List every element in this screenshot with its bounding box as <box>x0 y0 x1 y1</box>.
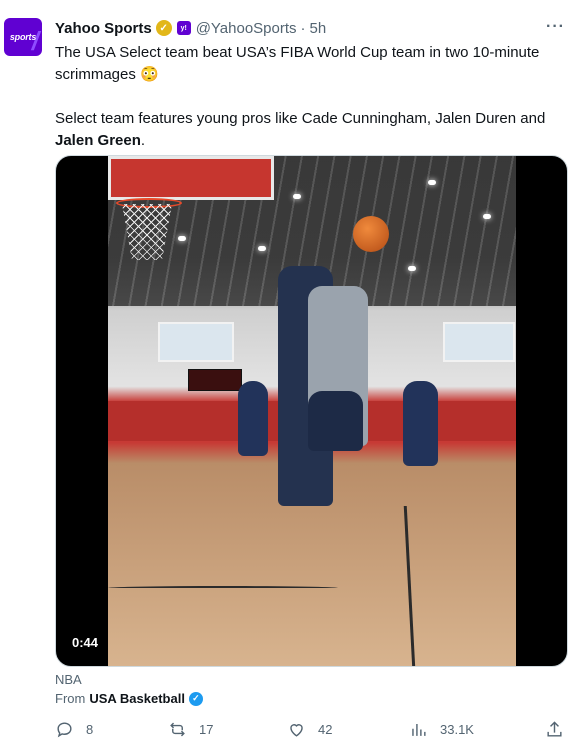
like-button[interactable]: 42 <box>287 720 332 739</box>
from-label: From <box>55 691 86 706</box>
reply-count: 8 <box>86 722 94 737</box>
tweet-header: Yahoo Sports ✓ y! @YahooSports · 5h <box>55 18 326 38</box>
video-duration: 0:44 <box>72 635 99 650</box>
reply-icon <box>57 722 72 738</box>
more-icon[interactable]: ··· <box>546 18 565 36</box>
author-handle[interactable]: @YahooSports <box>196 20 297 37</box>
avatar-label: sports <box>9 32 37 42</box>
action-bar: 8 17 42 33.1K <box>55 720 567 742</box>
from-attribution: From USA Basketball ✓ <box>55 691 203 706</box>
views-count: 33.1K <box>440 722 474 737</box>
video-player[interactable]: 0:44 <box>55 155 568 667</box>
tweet-text-bold-name: Jalen Green <box>55 132 141 149</box>
verified-blue-icon: ✓ <box>188 691 203 706</box>
tweet-text-line-1: The USA Select team beat USA’s FIBA Worl… <box>55 44 540 83</box>
views-icon <box>412 723 426 736</box>
verified-gold-icon[interactable]: ✓ <box>155 20 172 36</box>
timestamp[interactable]: 5h <box>310 20 327 37</box>
views-button[interactable]: 33.1K <box>409 720 474 739</box>
repost-icon <box>170 722 185 737</box>
tweet-text-line-2-suffix: . <box>140 132 146 149</box>
reply-button[interactable]: 8 <box>55 720 93 739</box>
affiliate-badge-icon[interactable]: y! <box>176 21 191 35</box>
share-icon <box>547 721 562 737</box>
author-name[interactable]: Yahoo Sports <box>55 20 152 37</box>
repost-count: 17 <box>199 722 214 737</box>
media-source-label: NBA <box>55 672 82 687</box>
video-frame <box>108 156 516 666</box>
like-icon <box>290 724 303 737</box>
share-button[interactable] <box>545 720 564 739</box>
like-count: 42 <box>318 722 333 737</box>
tweet-text: The USA Select team beat USA’s FIBA Worl… <box>55 42 560 152</box>
tweet-text-line-2: Select team features young pros like Cad… <box>55 108 560 152</box>
from-account-link[interactable]: USA Basketball <box>89 691 185 706</box>
tweet-text-line-2-prefix: Select team features young pros like Cad… <box>55 110 546 127</box>
repost-button[interactable]: 17 <box>168 720 213 739</box>
avatar[interactable]: / sports <box>4 18 42 56</box>
separator-dot: · <box>300 19 306 37</box>
